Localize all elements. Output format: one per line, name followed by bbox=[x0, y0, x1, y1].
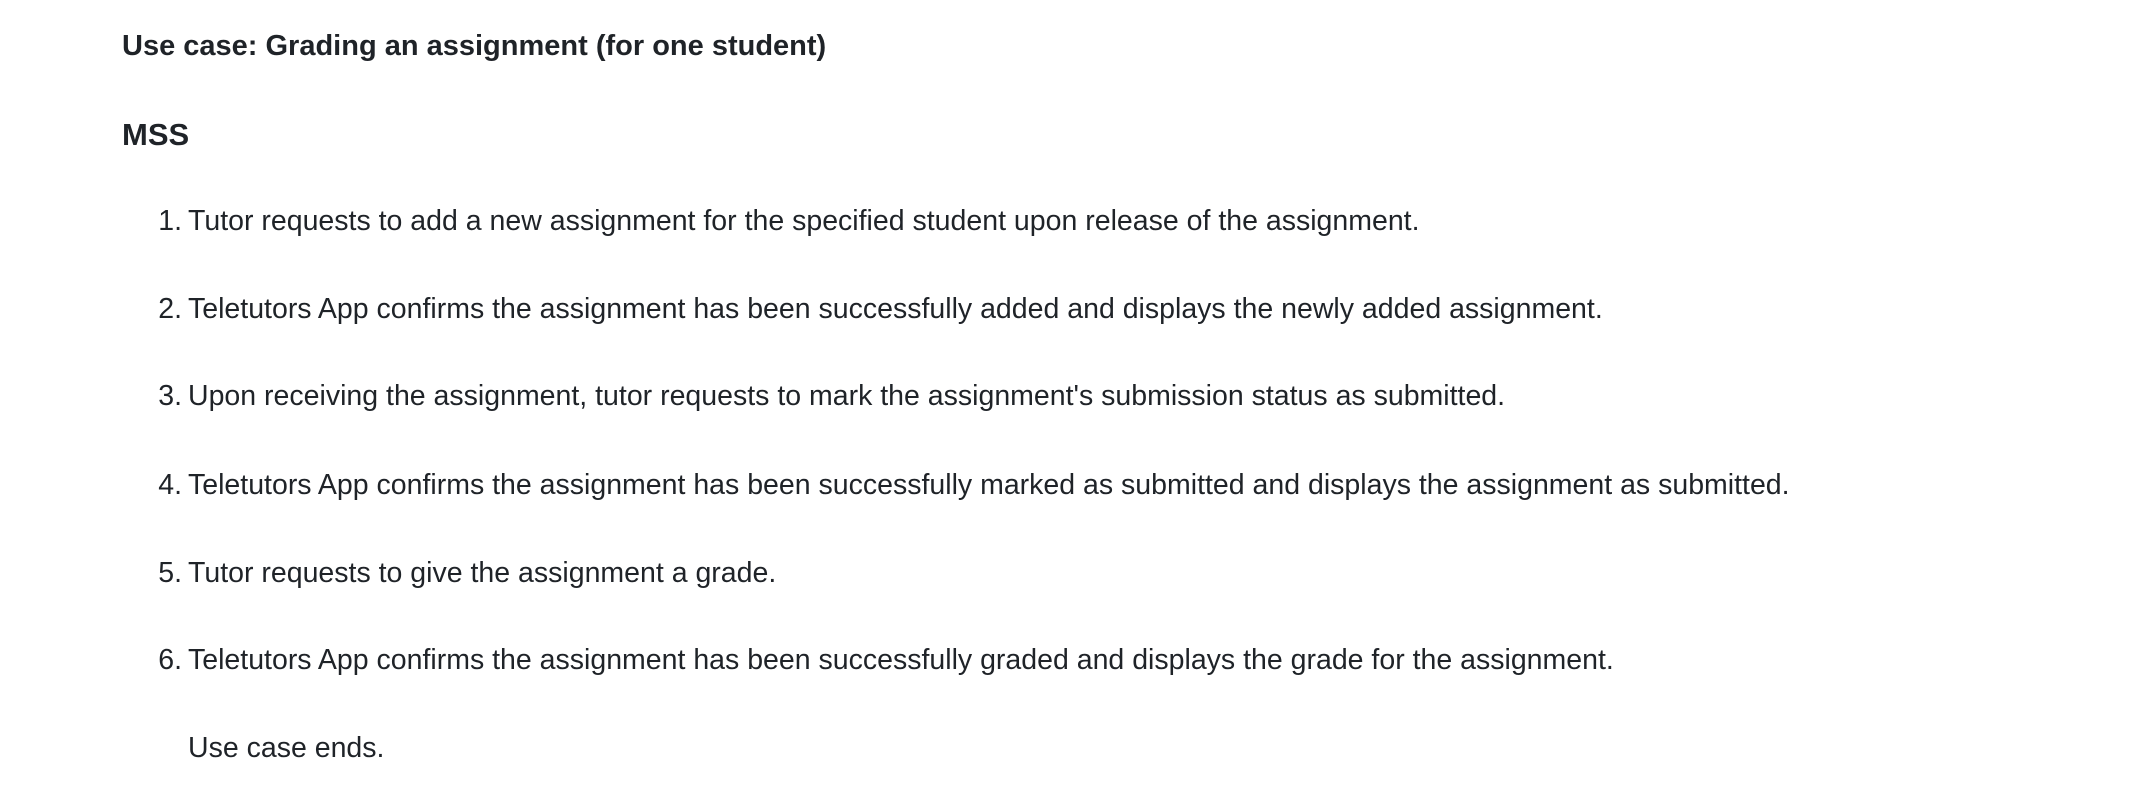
step-text: Tutor requests to give the assignment a … bbox=[188, 557, 777, 589]
step-text: Upon receiving the assignment, tutor req… bbox=[188, 380, 1506, 412]
use-case-ending: Use case ends. bbox=[188, 732, 385, 764]
step-number: 4. bbox=[158, 469, 182, 501]
mss-step-1: 1. Tutor requests to add a new assignment… bbox=[122, 201, 1420, 241]
mss-step-4: 4. Teletutors App confirms the assignment… bbox=[122, 465, 1790, 505]
mss-step-2: 2. Teletutors App confirms the assignment… bbox=[122, 289, 1603, 329]
use-case-title: Use case: Grading an assignment (for one… bbox=[122, 30, 827, 62]
mss-step-6: 6. Teletutors App confirms the assignment… bbox=[122, 640, 1614, 680]
step-text: Teletutors App confirms the assignment h… bbox=[188, 293, 1603, 325]
mss-step-3: 3. Upon receiving the assignment, tutor r… bbox=[122, 376, 1505, 416]
step-text: Teletutors App confirms the assignment h… bbox=[188, 469, 1790, 501]
mss-step-5: 5. Tutor requests to give the assignment … bbox=[122, 553, 776, 593]
step-number: 3. bbox=[158, 380, 182, 412]
mss-heading: MSS bbox=[122, 117, 190, 152]
step-number: 2. bbox=[158, 293, 182, 325]
step-number: 6. bbox=[158, 644, 182, 676]
step-number: 5. bbox=[158, 557, 182, 589]
step-number: 1. bbox=[158, 205, 182, 237]
step-text: Tutor requests to add a new assignment f… bbox=[188, 205, 1420, 237]
step-text: Teletutors App confirms the assignment h… bbox=[188, 644, 1614, 676]
